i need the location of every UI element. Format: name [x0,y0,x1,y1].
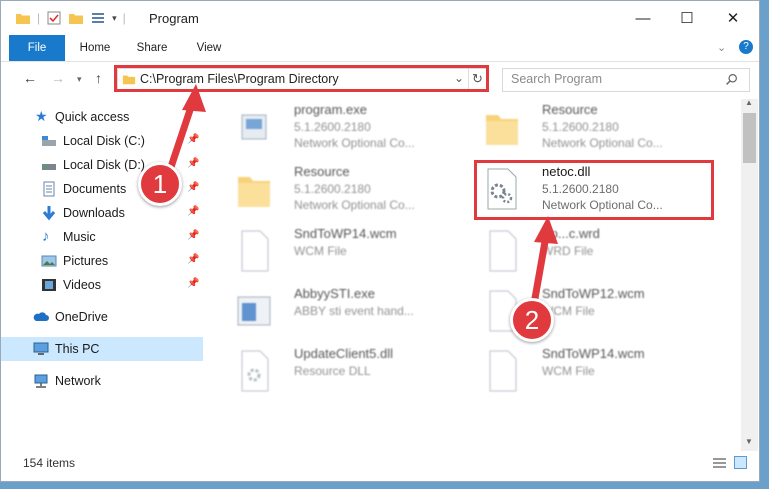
step-1-badge: 1 [138,162,182,206]
arrow-2-head [534,216,558,244]
arrow-1-line [166,102,196,172]
arrow-1-head [182,84,206,112]
annotation-arrows [166,84,558,305]
step-2-badge: 2 [510,298,554,342]
arrow-2-line [530,235,550,305]
